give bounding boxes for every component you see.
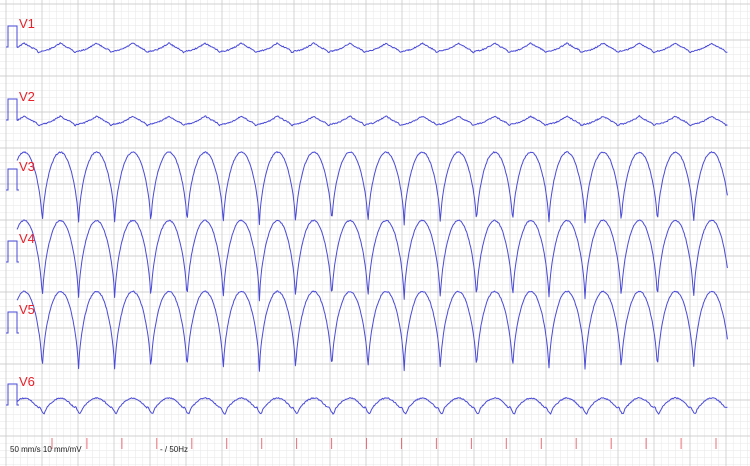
calibration-pulses — [6, 25, 19, 406]
ecg-trace-v5 — [16, 290, 728, 372]
speed-gain-label: 50 mm/s 10 mm/mV — [10, 445, 82, 454]
calibration-pulse-v6 — [6, 383, 19, 406]
calibration-pulse-v4 — [6, 240, 19, 263]
calibration-pulse-v2 — [6, 98, 19, 121]
grid-major — [0, 0, 750, 466]
ecg-trace-v1 — [16, 42, 728, 54]
lead-label-v2: V2 — [19, 89, 35, 104]
lead-label-v1: V1 — [19, 16, 35, 31]
grid-minor — [0, 0, 750, 466]
ecg-trace-v4 — [16, 219, 728, 302]
lead-label-v3: V3 — [19, 159, 35, 174]
beat-markers — [51, 438, 717, 449]
calibration-pulse-v3 — [6, 168, 19, 191]
ecg-grid — [0, 0, 750, 466]
ecg-trace-v2 — [16, 115, 728, 127]
lead-label-v4: V4 — [19, 231, 35, 246]
lead-label-v6: V6 — [19, 374, 35, 389]
calibration-pulse-v1 — [6, 25, 19, 48]
filter-label: - / 50Hz — [160, 445, 189, 454]
calibration-pulse-v5 — [6, 311, 19, 334]
ecg-chart — [0, 0, 750, 466]
ecg-traces — [16, 42, 728, 415]
lead-label-v5: V5 — [19, 302, 35, 317]
